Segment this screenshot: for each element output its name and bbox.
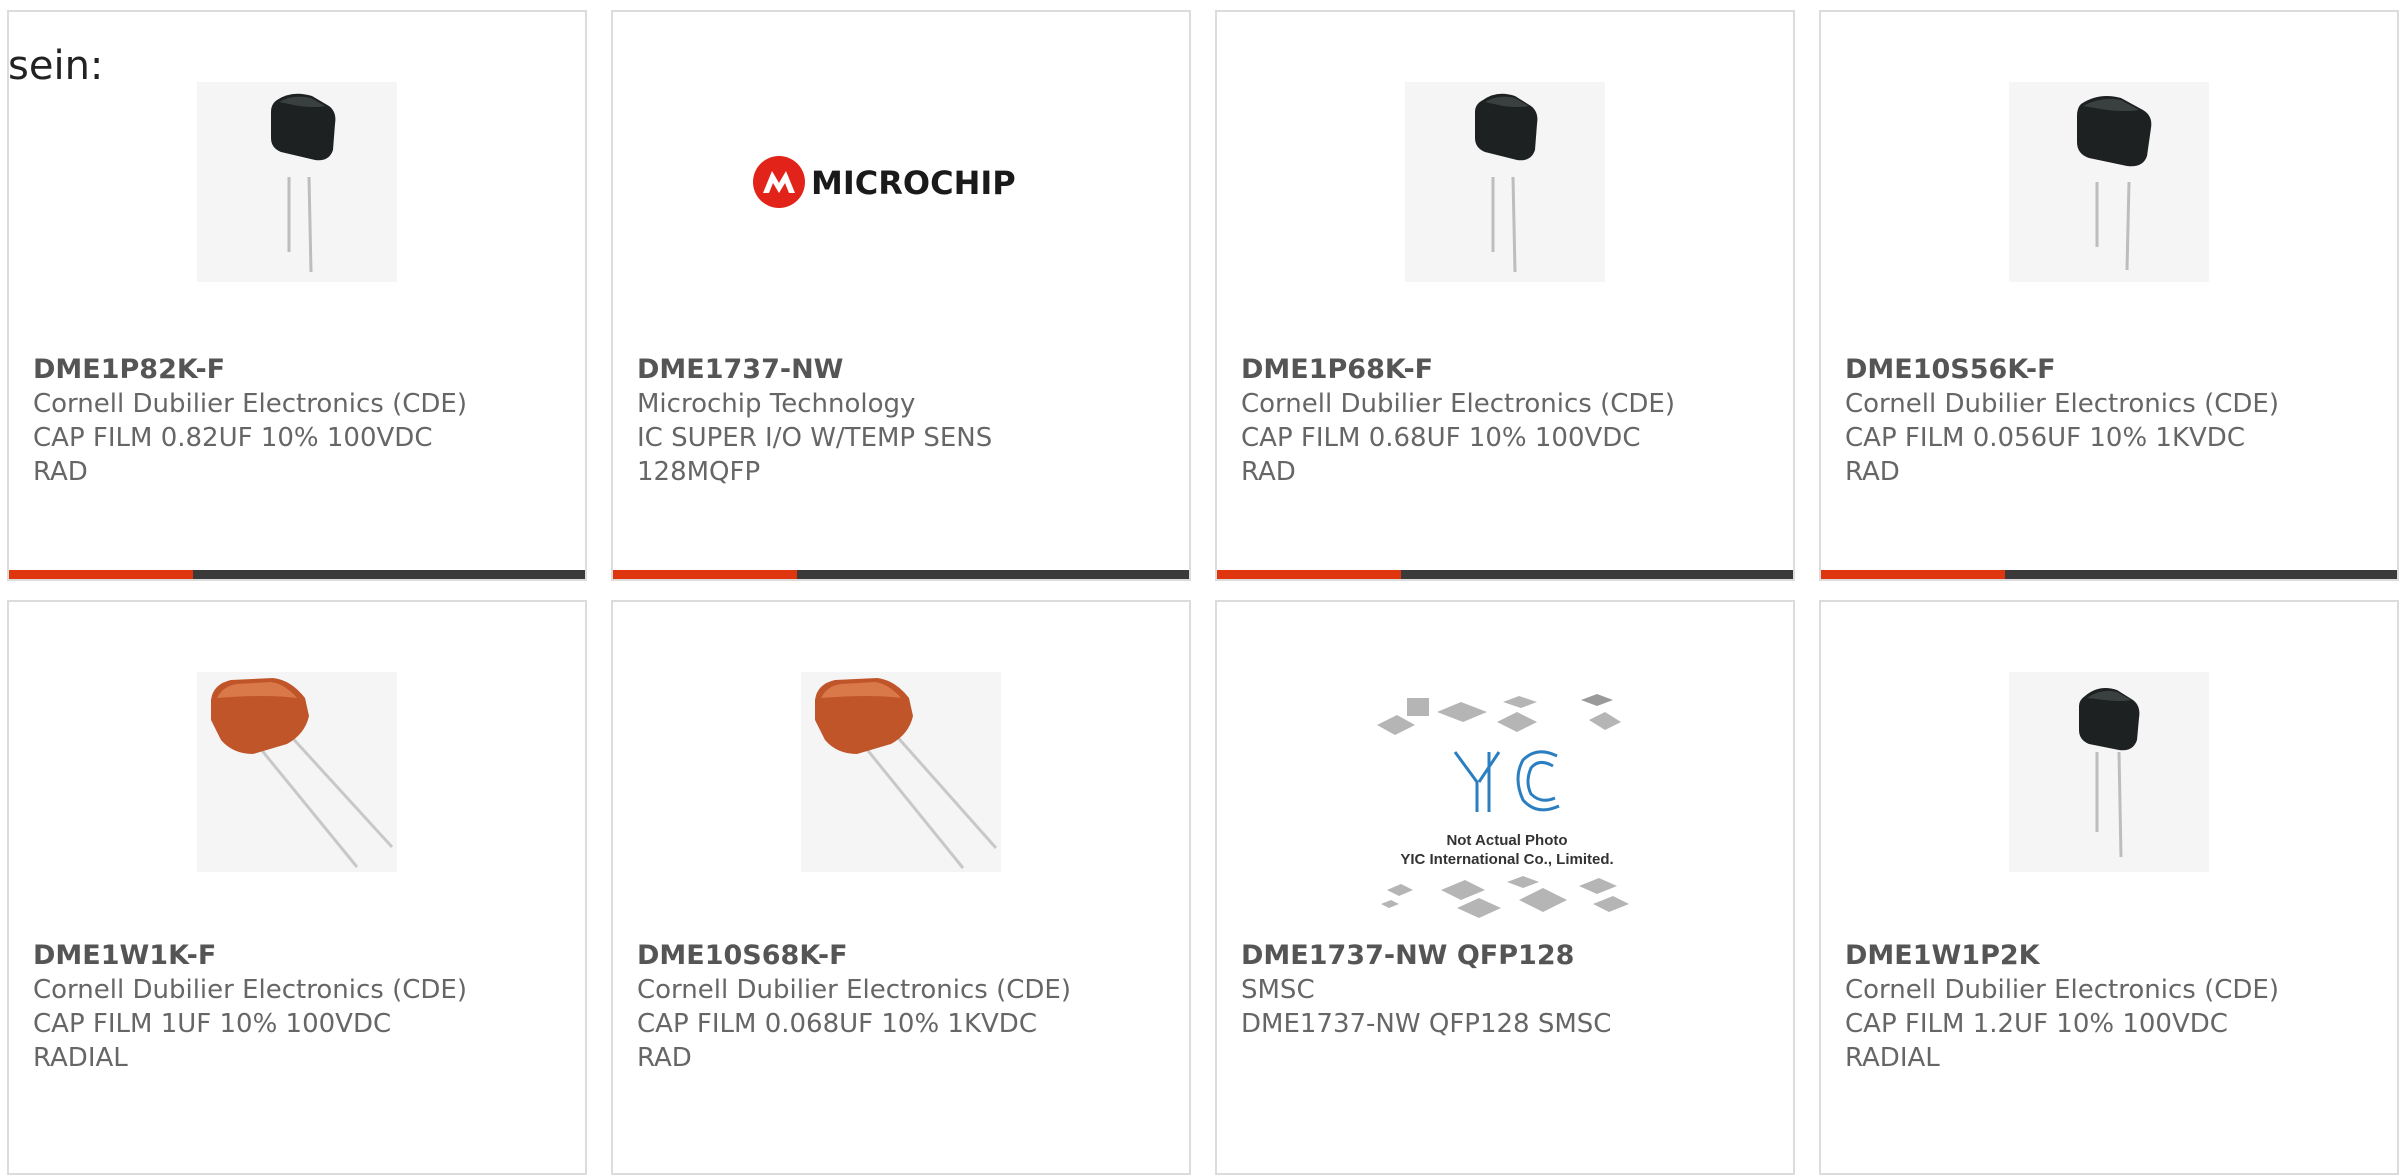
orange-film-capacitor-image[interactable] <box>801 672 1001 872</box>
product-card[interactable]: Not Actual Photo YIC International Co., … <box>1215 600 1795 1175</box>
product-card[interactable]: DME10S56K-F Cornell Dubilier Electronics… <box>1819 10 2399 581</box>
progress-bar <box>613 570 1189 579</box>
product-card[interactable]: DME1W1P2K Cornell Dubilier Electronics (… <box>1819 600 2399 1175</box>
manufacturer: Cornell Dubilier Electronics (CDE) <box>33 975 467 1005</box>
description: CAP FILM 0.056UF 10% 1KVDC RAD <box>1845 423 2245 487</box>
part-number[interactable]: DME10S56K-F <box>1845 352 2387 387</box>
part-number[interactable]: DME1737-NW QFP128 <box>1241 938 1783 973</box>
description: CAP FILM 0.068UF 10% 1KVDC RAD <box>637 1009 1037 1073</box>
product-card[interactable]: MICROCHIP DME1737-NW Microchip Technolog… <box>611 10 1191 581</box>
product-card[interactable]: DME10S68K-F Cornell Dubilier Electronics… <box>611 600 1191 1175</box>
part-number[interactable]: DME10S68K-F <box>637 938 1179 973</box>
manufacturer: SMSC <box>1241 975 1315 1005</box>
part-number[interactable]: DME1W1K-F <box>33 938 575 973</box>
progress-fill <box>9 570 194 579</box>
manufacturer: Cornell Dubilier Electronics (CDE) <box>1241 389 1675 419</box>
microchip-logo-image[interactable]: MICROCHIP <box>753 147 1053 217</box>
manufacturer: Cornell Dubilier Electronics (CDE) <box>637 975 1071 1005</box>
part-number[interactable]: DME1P82K-F <box>33 352 575 387</box>
black-film-capacitor-image[interactable] <box>2009 672 2209 872</box>
product-card[interactable]: DME1P82K-F Cornell Dubilier Electronics … <box>7 10 587 581</box>
photo-company: YIC International Co., Limited. <box>1400 851 1613 868</box>
progress-bar <box>9 570 585 579</box>
logo-text: MICROCHIP <box>811 164 1016 202</box>
product-card[interactable]: DME1P68K-F Cornell Dubilier Electronics … <box>1215 10 1795 581</box>
description: IC SUPER I/O W/TEMP SENS 128MQFP <box>637 423 993 487</box>
progress-bar <box>1217 570 1793 579</box>
yic-logo-icon <box>1453 750 1560 812</box>
progress-fill <box>1217 570 1402 579</box>
progress-bar <box>1821 570 2397 579</box>
microchip-logo-icon <box>753 156 805 208</box>
part-number[interactable]: DME1W1P2K <box>1845 938 2387 973</box>
manufacturer: Microchip Technology <box>637 389 916 419</box>
description: CAP FILM 1UF 10% 100VDC RADIAL <box>33 1009 392 1073</box>
black-film-capacitor-image[interactable] <box>197 82 397 282</box>
manufacturer: Cornell Dubilier Electronics (CDE) <box>1845 975 2279 1005</box>
yic-placeholder-image[interactable]: Not Actual Photo YIC International Co., … <box>1367 690 1647 940</box>
manufacturer: Cornell Dubilier Electronics (CDE) <box>33 389 467 419</box>
progress-fill <box>1821 570 2006 579</box>
black-film-capacitor-image[interactable] <box>1405 82 1605 282</box>
part-number[interactable]: DME1P68K-F <box>1241 352 1783 387</box>
manufacturer: Cornell Dubilier Electronics (CDE) <box>1845 389 2279 419</box>
photo-note: Not Actual Photo <box>1446 832 1567 849</box>
part-number[interactable]: DME1737-NW <box>637 352 1179 387</box>
black-film-capacitor-image[interactable] <box>2009 82 2209 282</box>
progress-fill <box>613 570 798 579</box>
description: CAP FILM 0.68UF 10% 100VDC RAD <box>1241 423 1641 487</box>
description: CAP FILM 1.2UF 10% 100VDC RADIAL <box>1845 1009 2228 1073</box>
description: CAP FILM 0.82UF 10% 100VDC RAD <box>33 423 433 487</box>
description: DME1737-NW QFP128 SMSC <box>1241 1009 1612 1039</box>
intro-text: sein: <box>8 43 104 89</box>
product-card[interactable]: DME1W1K-F Cornell Dubilier Electronics (… <box>7 600 587 1175</box>
orange-film-capacitor-image[interactable] <box>197 672 397 872</box>
